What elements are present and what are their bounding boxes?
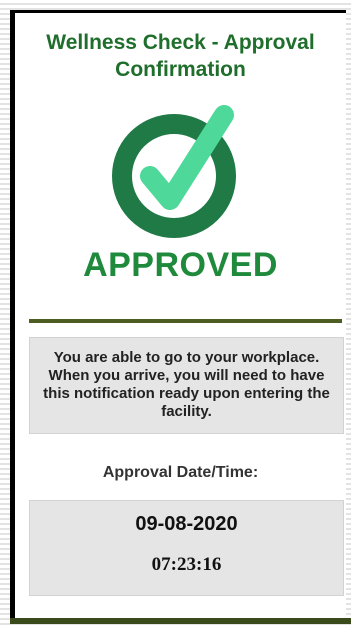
approval-card: Wellness Check - Approval Confirmation A… bbox=[10, 10, 346, 618]
page-title: Wellness Check - Approval Confirmation bbox=[15, 29, 346, 83]
card-bottom-border bbox=[10, 618, 351, 624]
approval-date: 09-08-2020 bbox=[135, 513, 238, 535]
status-icon-wrap bbox=[15, 101, 346, 241]
title-line-1: Wellness Check - Approval bbox=[46, 31, 315, 54]
check-circle-icon bbox=[111, 105, 236, 238]
notice-text: You are able to go to your workplace. Wh… bbox=[43, 349, 330, 420]
approval-date-label: Approval Date/Time: bbox=[102, 464, 259, 481]
title-line-2: Confirmation bbox=[115, 58, 246, 81]
approved-label: APPROVED bbox=[83, 246, 278, 284]
approval-datetime-box: 09-08-2020 07:23:16 bbox=[29, 500, 344, 596]
divider bbox=[29, 319, 342, 323]
approval-time: 07:23:16 bbox=[151, 554, 222, 575]
notice-box: You are able to go to your workplace. Wh… bbox=[29, 337, 344, 434]
